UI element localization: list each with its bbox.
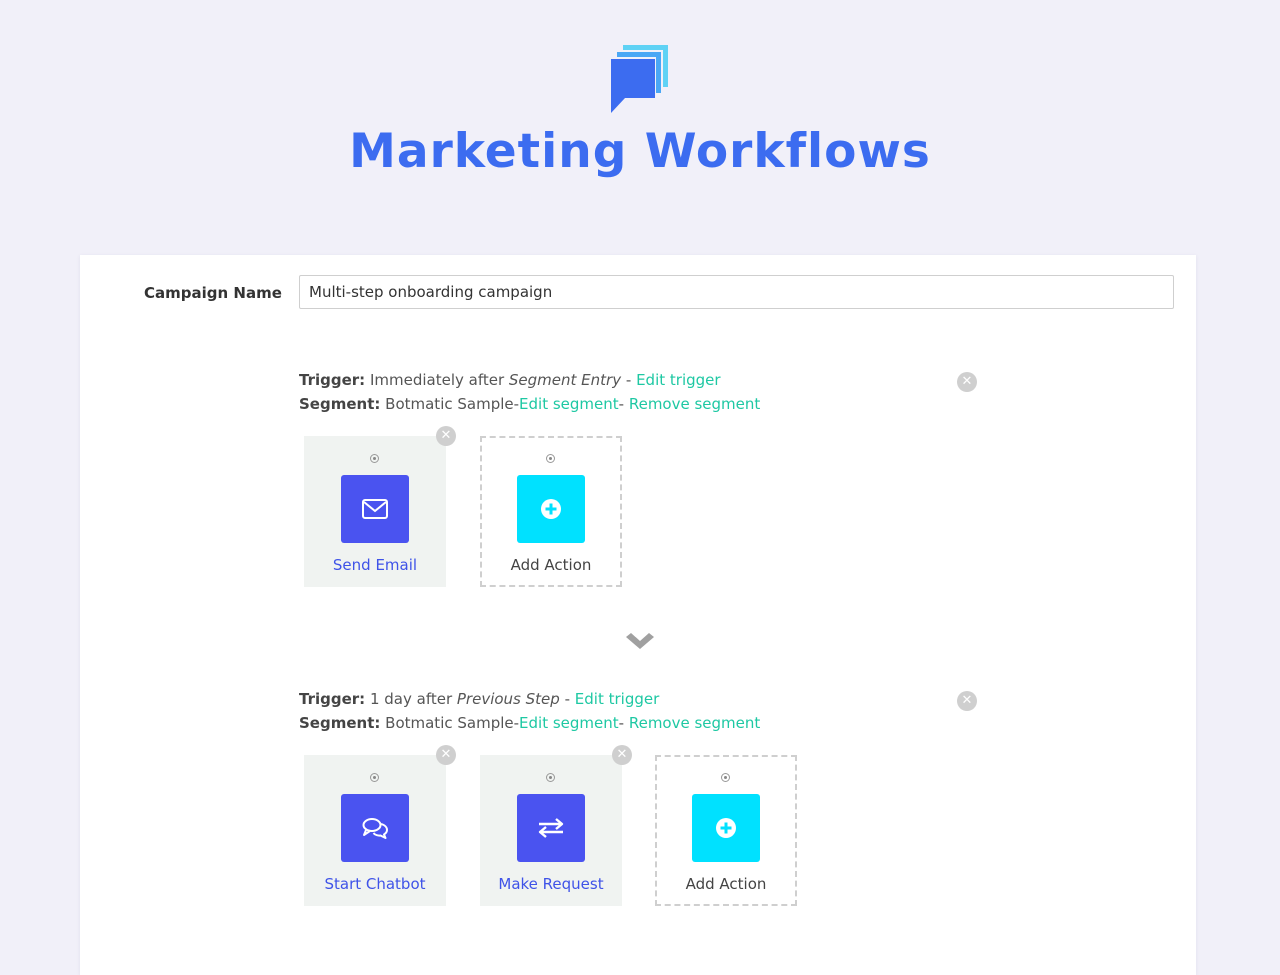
connector-dot[interactable]	[370, 773, 379, 782]
action-label: Start Chatbot	[324, 875, 426, 893]
action-label: Add Action	[685, 875, 767, 893]
close-icon: ✕	[440, 428, 452, 443]
remove-segment-link[interactable]: Remove segment	[629, 714, 760, 732]
trigger-separator: -	[564, 690, 570, 708]
connector-dot[interactable]	[370, 454, 379, 463]
page-title: Marketing Workflows	[349, 124, 931, 179]
campaign-name-input[interactable]	[299, 275, 1174, 309]
workflow-card: Campaign Name Trigger: Immediately after…	[80, 255, 1196, 975]
segment-label: Segment:	[299, 714, 381, 732]
action-tile-start-chatbot[interactable]: Start Chatbot ✕	[304, 745, 456, 906]
trigger-label: Trigger:	[299, 371, 366, 389]
close-icon: ✕	[961, 693, 973, 708]
trigger-text: 1 day after	[369, 690, 453, 708]
action-label: Add Action	[510, 556, 592, 574]
exchange-arrows-icon	[538, 818, 564, 838]
close-icon: ✕	[961, 374, 973, 389]
segment-name: Botmatic Sample-	[385, 395, 520, 413]
segment-label: Segment:	[299, 395, 381, 413]
plus-circle-icon	[541, 499, 561, 519]
remove-segment-link[interactable]: Remove segment	[629, 395, 760, 413]
trigger-line: Trigger: Immediately after Segment Entry…	[299, 368, 999, 392]
action-list: Start Chatbot ✕ Make Request ✕ Add Actio…	[299, 745, 999, 907]
edit-trigger-link[interactable]: Edit trigger	[575, 690, 659, 708]
trigger-text: Immediately after	[369, 371, 505, 389]
action-icon-box	[341, 475, 409, 543]
segment-line: Segment: Botmatic Sample-Edit segment- R…	[299, 711, 999, 735]
workflow-step: Trigger: Immediately after Segment Entry…	[299, 368, 999, 588]
segment-name: Botmatic Sample-	[385, 714, 520, 732]
remove-step-button[interactable]: ✕	[957, 372, 977, 392]
close-icon: ✕	[440, 747, 452, 762]
edit-segment-link[interactable]: Edit segment	[519, 395, 619, 413]
envelope-icon	[362, 499, 388, 519]
action-icon-box	[341, 794, 409, 862]
action-label: Send Email	[332, 556, 418, 574]
remove-action-button[interactable]: ✕	[612, 745, 632, 765]
app-logo-icon	[611, 45, 668, 113]
trigger-event: Previous Step	[456, 690, 560, 708]
connector-dot[interactable]	[546, 454, 555, 463]
remove-step-button[interactable]: ✕	[957, 691, 977, 711]
remove-action-button[interactable]: ✕	[436, 426, 456, 446]
segment-separator: -	[618, 395, 625, 413]
segment-line: Segment: Botmatic Sample-Edit segment- R…	[299, 392, 999, 416]
trigger-event: Segment Entry	[508, 371, 622, 389]
edit-segment-link[interactable]: Edit segment	[519, 714, 619, 732]
edit-trigger-link[interactable]: Edit trigger	[636, 371, 720, 389]
action-list: Send Email ✕ Add Action	[299, 426, 999, 588]
action-label: Make Request	[498, 875, 604, 893]
chevron-down-icon	[626, 633, 654, 649]
action-icon-box	[692, 794, 760, 862]
segment-separator: -	[618, 714, 625, 732]
workflow-step: Trigger: 1 day after Previous Step - Edi…	[299, 687, 999, 907]
campaign-name-label: Campaign Name	[144, 284, 282, 302]
trigger-separator: -	[625, 371, 632, 389]
add-action-tile[interactable]: Add Action	[655, 755, 797, 906]
connector-dot[interactable]	[721, 773, 730, 782]
trigger-label: Trigger:	[299, 690, 366, 708]
chat-bubbles-icon	[362, 818, 388, 839]
action-icon-box	[517, 475, 585, 543]
add-action-tile[interactable]: Add Action	[480, 436, 622, 587]
remove-action-button[interactable]: ✕	[436, 745, 456, 765]
action-icon-box	[517, 794, 585, 862]
action-tile-make-request[interactable]: Make Request ✕	[480, 745, 632, 906]
plus-circle-icon	[716, 818, 736, 838]
connector-dot[interactable]	[546, 773, 555, 782]
trigger-line: Trigger: 1 day after Previous Step - Edi…	[299, 687, 999, 711]
close-icon: ✕	[616, 747, 628, 762]
action-tile-send-email[interactable]: Send Email ✕	[304, 426, 456, 587]
